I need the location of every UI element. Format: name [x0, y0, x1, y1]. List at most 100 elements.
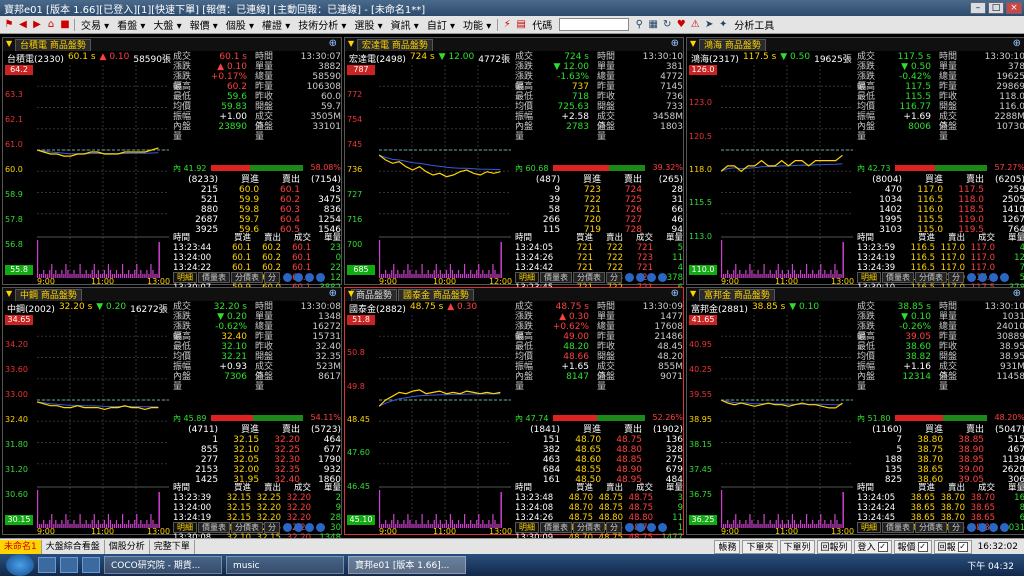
nav-dot-icon[interactable]	[967, 273, 976, 282]
panel-subtab[interactable]: 明細	[515, 272, 539, 283]
nav-dot-icon[interactable]	[305, 523, 314, 532]
zoom-icon[interactable]: ⊕	[671, 38, 679, 49]
panel-subtab[interactable]: 價量表	[540, 272, 572, 283]
calendar-icon[interactable]: ▦	[647, 19, 659, 31]
analysis-tools-menu[interactable]: 分析工具	[730, 17, 778, 32]
menu-item-0[interactable]: 交易 ▾	[77, 17, 113, 32]
media-icon[interactable]	[82, 557, 100, 573]
nav-dot-icon[interactable]	[625, 523, 634, 532]
dropdown-icon[interactable]: ▼	[348, 289, 354, 298]
minimize-button[interactable]: –	[970, 2, 986, 14]
menu-item-6[interactable]: 技術分析 ▾	[294, 17, 350, 32]
menu-item-1[interactable]: 看盤 ▾	[113, 17, 149, 32]
nav-dot-icon[interactable]	[658, 273, 667, 282]
nav-dot-icon[interactable]	[989, 523, 998, 532]
ie-icon[interactable]	[38, 557, 56, 573]
report-toggle[interactable]: 回報 ✓	[933, 539, 972, 554]
refresh-icon[interactable]: ↻	[661, 19, 673, 31]
nav-dot-icon[interactable]	[978, 273, 987, 282]
panel-subtab[interactable]: 分	[606, 522, 622, 533]
toolbar-button[interactable]: 下單列	[779, 539, 815, 554]
nav-dot-icon[interactable]	[647, 273, 656, 282]
panel-tab[interactable]: 鴻海 商品盤勢	[699, 38, 766, 51]
zoom-icon[interactable]: ⊕	[329, 38, 337, 49]
quote-toggle[interactable]: 報價 ✓	[893, 539, 932, 554]
home-icon[interactable]: ⌂	[45, 19, 57, 31]
menu-item-7[interactable]: 選股 ▾	[350, 17, 386, 32]
menu-item-9[interactable]: 自訂 ▾	[423, 17, 459, 32]
nav-dot-icon[interactable]	[967, 523, 976, 532]
nav-dot-icon[interactable]	[283, 273, 292, 282]
folder-icon[interactable]	[60, 557, 78, 573]
menu-item-10[interactable]: 功能 ▾	[459, 17, 495, 32]
stop-icon[interactable]: ■	[59, 19, 71, 31]
toolbar-button[interactable]: 回報列	[816, 539, 852, 554]
nav-dot-icon[interactable]	[989, 273, 998, 282]
nav-dot-icon[interactable]	[636, 523, 645, 532]
heart-icon[interactable]: ♥	[675, 19, 687, 31]
panel-subtab[interactable]: 分	[264, 522, 280, 533]
taskbar-task[interactable]: 寶邦e01 [版本 1.66]...	[348, 556, 466, 574]
zoom-icon[interactable]: ⊕	[329, 288, 337, 299]
nav-dot-icon[interactable]	[1000, 523, 1009, 532]
dropdown-icon[interactable]: ▼	[6, 39, 12, 48]
dropdown-icon[interactable]: ▼	[690, 289, 696, 298]
panel-subtab[interactable]: 分價表	[231, 522, 263, 533]
chart-icon[interactable]: ▤	[515, 19, 527, 31]
nav-dot-icon[interactable]	[625, 273, 634, 282]
panel-subtab[interactable]: 價量表	[540, 522, 572, 533]
dropdown-icon[interactable]: ▼	[348, 39, 354, 48]
code-input[interactable]	[559, 18, 630, 31]
search-icon[interactable]: ⚲	[633, 19, 645, 31]
toolbar-button[interactable]: 下單夾	[742, 539, 778, 554]
toolbar-button[interactable]: 帳務	[714, 539, 741, 554]
nav-dot-icon[interactable]	[316, 523, 325, 532]
panel-subtab[interactable]: 明細	[515, 522, 539, 533]
panel-tab[interactable]: 台積電 商品盤勢	[15, 38, 91, 51]
close-button[interactable]: ×	[1006, 2, 1022, 14]
start-button[interactable]	[6, 554, 34, 576]
panel-subtab[interactable]: 價量表	[198, 272, 230, 283]
flag-icon[interactable]: ⚑	[3, 19, 15, 31]
nav-dot-icon[interactable]	[647, 523, 656, 532]
workspace-tab[interactable]: 大盤綜合看盤	[42, 539, 105, 554]
nav-dot-icon[interactable]	[636, 273, 645, 282]
panel-subtab[interactable]: 明細	[173, 522, 197, 533]
panel-subtab[interactable]: 價量表	[198, 522, 230, 533]
lightning-icon[interactable]: ⚡	[501, 19, 513, 31]
nav-dot-icon[interactable]	[283, 523, 292, 532]
dropdown-icon[interactable]: ▼	[690, 39, 696, 48]
panel-subtab[interactable]: 分價表	[915, 272, 947, 283]
panel-subtab[interactable]: 分價表	[231, 272, 263, 283]
nav-dot-icon[interactable]	[978, 523, 987, 532]
analysis-icon[interactable]: ✦	[717, 19, 729, 31]
menu-item-5[interactable]: 權證 ▾	[258, 17, 294, 32]
menu-item-2[interactable]: 大盤 ▾	[149, 17, 185, 32]
zoom-icon[interactable]: ⊕	[1013, 38, 1021, 49]
panel-tab[interactable]: 國泰金 商品盤勢	[398, 288, 474, 301]
maximize-button[interactable]: □	[988, 2, 1004, 14]
panel-subtab[interactable]: 明細	[857, 272, 881, 283]
panel-subtab[interactable]: 分	[264, 272, 280, 283]
panel-subtab[interactable]: 分	[948, 272, 964, 283]
panel-subtab[interactable]: 分	[948, 522, 964, 533]
taskbar-task[interactable]: COCO研究院 - 期貨...	[104, 556, 222, 574]
panel-subtab[interactable]: 價量表	[882, 522, 914, 533]
panel-subtab[interactable]: 分價表	[573, 272, 605, 283]
nav-dot-icon[interactable]	[1000, 273, 1009, 282]
workspace-tab[interactable]: 未命名1	[0, 539, 42, 554]
alert-icon[interactable]: ⚠	[689, 19, 701, 31]
taskbar-task[interactable]: music	[226, 556, 344, 574]
login-toggle[interactable]: 登入 ✓	[853, 539, 892, 554]
panel-tab[interactable]: 宏達電 商品盤勢	[357, 38, 433, 51]
zoom-icon[interactable]: ⊕	[1013, 288, 1021, 299]
back-arrow-icon[interactable]: ◀	[17, 19, 29, 31]
panel-tab[interactable]: 富邦金 商品盤勢	[699, 288, 775, 301]
menu-item-4[interactable]: 個股 ▾	[222, 17, 258, 32]
panel-subtab[interactable]: 分價表	[573, 522, 605, 533]
cursor-icon[interactable]: ➤	[703, 19, 715, 31]
workspace-tab[interactable]: 完整下單	[150, 539, 195, 554]
menu-item-3[interactable]: 報價 ▾	[186, 17, 222, 32]
workspace-tab[interactable]: 個股分析	[105, 539, 150, 554]
nav-dot-icon[interactable]	[294, 523, 303, 532]
